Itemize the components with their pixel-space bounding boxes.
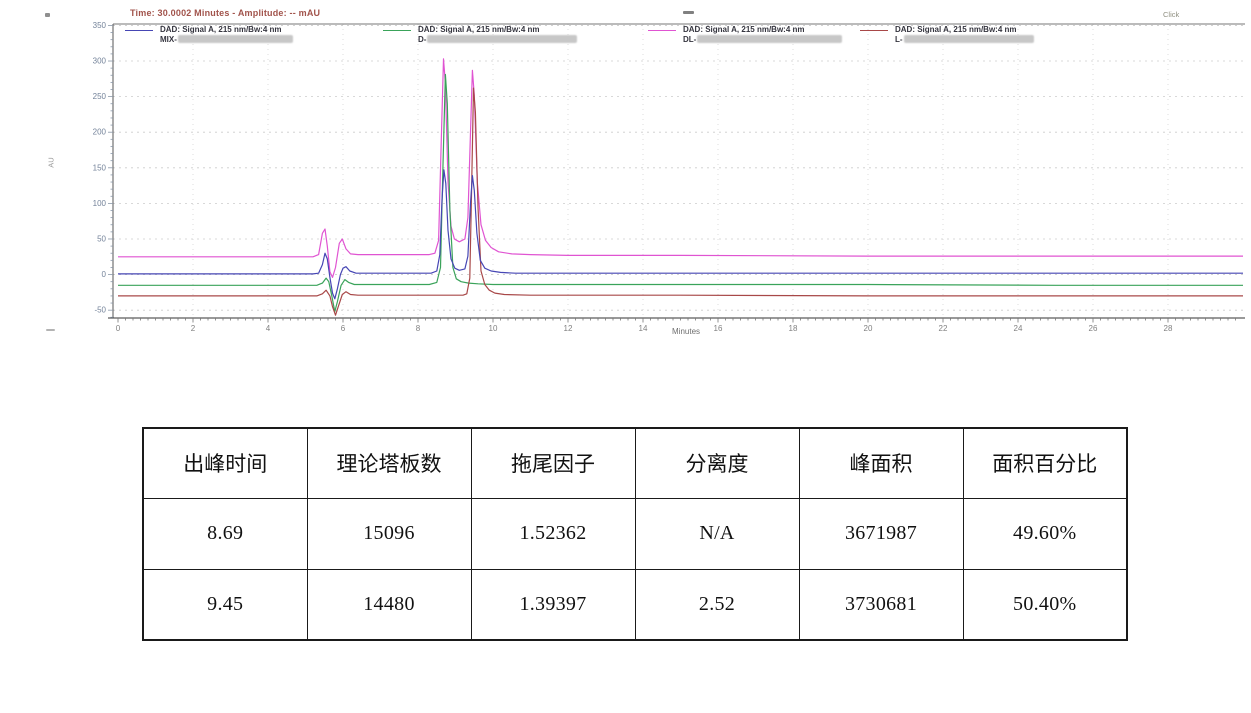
x-axis-unit-label: Minutes xyxy=(672,327,700,336)
legend-line-swatch-blue xyxy=(125,30,153,31)
legend-signal-text: DAD: Signal A, 215 nm/Bw:4 nm xyxy=(895,25,1017,34)
x-tick-label: 14 xyxy=(639,324,648,333)
header-resolution: 分离度 xyxy=(635,428,799,498)
click-label[interactable]: Click xyxy=(1163,10,1179,19)
legend-sample-prefix: DL- xyxy=(683,35,696,44)
cell-theoretical-plates: 15096 xyxy=(307,498,471,569)
legend-signal-text: DAD: Signal A, 215 nm/Bw:4 nm xyxy=(683,25,805,34)
redaction-blob xyxy=(178,35,293,43)
cell-retention-time: 8.69 xyxy=(143,498,307,569)
chromatogram-report-page: 350300250200150100500-500246810121416182… xyxy=(0,0,1251,713)
redaction-blob xyxy=(697,35,842,43)
y-tick-label: -50 xyxy=(94,306,106,315)
redaction-blob xyxy=(904,35,1034,43)
y-tick-label: 350 xyxy=(93,21,107,30)
x-tick-label: 0 xyxy=(116,324,121,333)
header-peak-area: 峰面积 xyxy=(799,428,963,498)
legend-item-l: DAD: Signal A, 215 nm/Bw:4 nm L- xyxy=(860,25,1034,44)
cell-retention-time: 9.45 xyxy=(143,569,307,640)
header-theoretical-plates: 理论塔板数 xyxy=(307,428,471,498)
x-tick-label: 4 xyxy=(266,324,271,333)
x-tick-label: 6 xyxy=(341,324,346,333)
x-tick-label: 12 xyxy=(564,324,573,333)
x-tick-label: 28 xyxy=(1164,324,1173,333)
x-tick-label: 2 xyxy=(191,324,196,333)
header-area-percent: 面积百分比 xyxy=(963,428,1127,498)
y-tick-label: 300 xyxy=(93,57,107,66)
table-row: 8.69 15096 1.52362 N/A 3671987 49.60% xyxy=(143,498,1127,569)
cell-area-percent: 50.40% xyxy=(963,569,1127,640)
cell-peak-area: 3730681 xyxy=(799,569,963,640)
legend-label: DAD: Signal A, 215 nm/Bw:4 nm MIX- xyxy=(160,25,293,44)
legend-sample-prefix: D- xyxy=(418,35,426,44)
cell-area-percent: 49.60% xyxy=(963,498,1127,569)
screen-artifact-dash xyxy=(683,11,694,14)
legend-signal-text: DAD: Signal A, 215 nm/Bw:4 nm xyxy=(418,25,540,34)
trace-d xyxy=(118,75,1243,312)
screen-artifact-dot xyxy=(45,13,50,17)
legend-signal-text: DAD: Signal A, 215 nm/Bw:4 nm xyxy=(160,25,282,34)
x-tick-label: 22 xyxy=(939,324,948,333)
cell-peak-area: 3671987 xyxy=(799,498,963,569)
cell-theoretical-plates: 14480 xyxy=(307,569,471,640)
y-axis-unit-label: AU xyxy=(47,157,56,167)
x-tick-label: 26 xyxy=(1089,324,1098,333)
redaction-blob xyxy=(427,35,577,43)
header-retention-time: 出峰时间 xyxy=(143,428,307,498)
legend-item-mix: DAD: Signal A, 215 nm/Bw:4 nm MIX- xyxy=(125,25,293,44)
cell-resolution: 2.52 xyxy=(635,569,799,640)
legend-sample-prefix: MIX- xyxy=(160,35,177,44)
legend-item-dl: DAD: Signal A, 215 nm/Bw:4 nm DL- xyxy=(648,25,842,44)
peak-results-table: 出峰时间 理论塔板数 拖尾因子 分离度 峰面积 面积百分比 8.69 15096… xyxy=(142,427,1128,641)
legend-label: DAD: Signal A, 215 nm/Bw:4 nm L- xyxy=(895,25,1034,44)
y-tick-label: 100 xyxy=(93,199,107,208)
legend-line-swatch-magenta xyxy=(648,30,676,31)
y-tick-label: 150 xyxy=(93,163,107,172)
cell-tailing-factor: 1.52362 xyxy=(471,498,635,569)
cell-tailing-factor: 1.39397 xyxy=(471,569,635,640)
y-tick-label: 50 xyxy=(97,234,106,243)
legend-sample-prefix: L- xyxy=(895,35,903,44)
header-tailing-factor: 拖尾因子 xyxy=(471,428,635,498)
y-tick-label: 200 xyxy=(93,128,107,137)
legend-line-swatch-darkred xyxy=(860,30,888,31)
x-tick-label: 18 xyxy=(789,324,798,333)
x-tick-label: 20 xyxy=(864,324,873,333)
legend-item-d: DAD: Signal A, 215 nm/Bw:4 nm D- xyxy=(383,25,577,44)
y-tick-label: 250 xyxy=(93,92,107,101)
legend-line-swatch-green xyxy=(383,30,411,31)
table-header-row: 出峰时间 理论塔板数 拖尾因子 分离度 峰面积 面积百分比 xyxy=(143,428,1127,498)
screen-artifact-dash-bottom xyxy=(46,329,55,331)
x-tick-label: 16 xyxy=(714,324,723,333)
legend-label: DAD: Signal A, 215 nm/Bw:4 nm D- xyxy=(418,25,577,44)
table-row: 9.45 14480 1.39397 2.52 3730681 50.40% xyxy=(143,569,1127,640)
y-tick-label: 0 xyxy=(102,270,107,279)
trace-mix xyxy=(118,170,1243,299)
trace-l xyxy=(118,88,1243,315)
chart-title: Time: 30.0002 Minutes - Amplitude: -- mA… xyxy=(130,8,320,18)
x-tick-label: 24 xyxy=(1014,324,1023,333)
chromatogram-plot: 350300250200150100500-500246810121416182… xyxy=(0,0,1251,360)
x-tick-label: 10 xyxy=(489,324,498,333)
cell-resolution: N/A xyxy=(635,498,799,569)
legend-label: DAD: Signal A, 215 nm/Bw:4 nm DL- xyxy=(683,25,842,44)
x-tick-label: 8 xyxy=(416,324,421,333)
